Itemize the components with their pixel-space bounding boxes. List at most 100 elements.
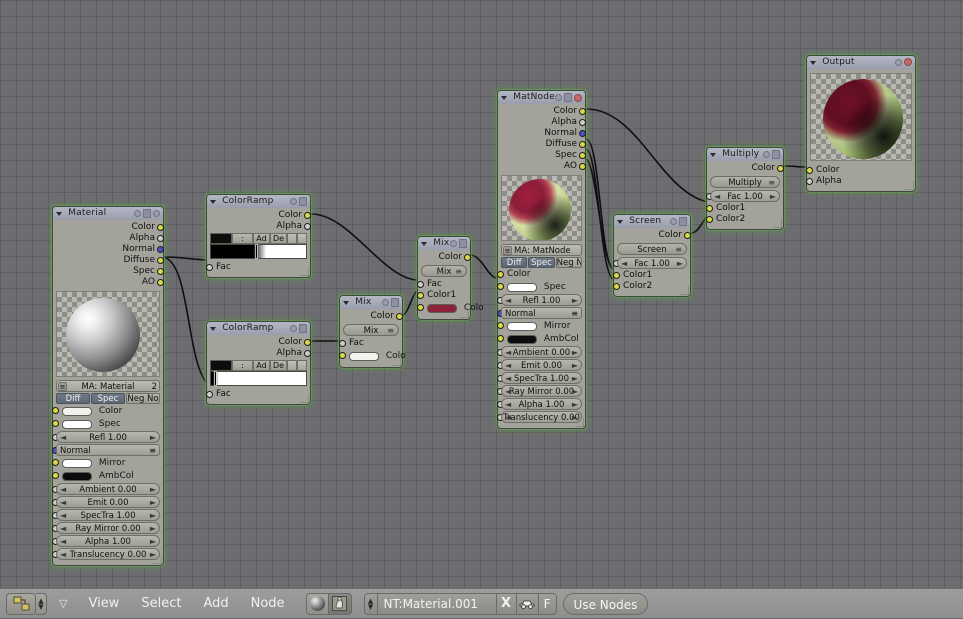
preview-toggle-icon[interactable] <box>290 198 297 205</box>
input-socket-row[interactable]: Color1 <box>706 203 780 214</box>
socket-spec-out[interactable] <box>579 152 586 159</box>
socket-color2-in[interactable] <box>417 304 424 311</box>
node-screen-header[interactable]: Screen <box>614 215 690 228</box>
resize-handle[interactable] <box>300 394 309 403</box>
ramp-stop-color-swatch[interactable] <box>210 233 232 244</box>
output-socket-row[interactable]: Alpha <box>56 233 164 244</box>
input-mirror-row[interactable]: Mirror <box>52 457 160 469</box>
increment-arrow-icon[interactable]: ► <box>572 386 578 396</box>
active-node-indicator-icon[interactable] <box>904 58 912 66</box>
socket-color1-in[interactable] <box>417 292 424 299</box>
node-mix-lower-header[interactable]: Mix <box>340 296 402 309</box>
increment-arrow-icon[interactable]: ► <box>150 432 156 442</box>
decrement-arrow-icon[interactable]: ◄ <box>505 399 511 409</box>
decrement-arrow-icon[interactable]: ◄ <box>60 497 66 507</box>
material-datablock-field[interactable]: ≡ MA: MatNode <box>501 244 582 256</box>
menu-add[interactable]: Add <box>192 589 239 619</box>
colorramp-toolbar[interactable]: : 1.00 Ad De <box>210 360 307 379</box>
node-tree-stepper[interactable]: ▲ ▼ <box>365 593 378 614</box>
output-socket-row[interactable]: Normal <box>501 128 586 139</box>
spec-swatch[interactable] <box>507 282 537 292</box>
emit-slider[interactable]: ◄ Emit 0.00 ► <box>501 359 582 371</box>
input-color-row[interactable]: Color <box>497 269 582 280</box>
color2-swatch[interactable] <box>427 303 457 313</box>
input-ambcol-row[interactable]: AmbCol <box>497 333 582 345</box>
options-toggle-icon[interactable] <box>299 324 307 333</box>
resize-handle[interactable] <box>905 181 914 190</box>
chevron-down-icon[interactable]: ≡ <box>455 266 462 276</box>
resize-handle[interactable] <box>575 418 584 427</box>
increment-arrow-icon[interactable]: ► <box>770 191 776 201</box>
output-socket-row[interactable]: Color <box>421 252 471 263</box>
spec-swatch[interactable] <box>62 419 92 429</box>
chevron-down-icon[interactable]: ≡ <box>675 244 682 254</box>
input-color1-row[interactable]: Colo <box>339 350 406 362</box>
socket-color-in[interactable] <box>497 271 504 278</box>
input-socket-row[interactable]: Color2 <box>613 281 687 292</box>
spec-button[interactable]: Spec <box>91 393 125 404</box>
collapse-triangle-icon[interactable] <box>710 152 716 157</box>
collapse-triangle-icon[interactable] <box>501 95 507 100</box>
socket-alpha-out[interactable] <box>304 223 311 230</box>
ambcol-swatch[interactable] <box>62 471 92 481</box>
collapse-triangle-icon[interactable] <box>810 60 816 65</box>
node-output-header[interactable]: Output <box>807 56 915 69</box>
translucency-slider[interactable]: ◄ Translucency 0.00 ► <box>56 548 160 560</box>
browse-icon[interactable]: ≡ <box>503 246 512 255</box>
socket-color-out[interactable] <box>777 165 784 172</box>
increment-arrow-icon[interactable]: ► <box>150 497 156 507</box>
socket-fac-in[interactable] <box>339 340 346 347</box>
fac-slider[interactable]: ◄ Fac 1.00 ► <box>710 190 780 202</box>
socket-mirror-in[interactable] <box>497 322 504 329</box>
node-colorramp-2[interactable]: ColorRamp Color Alpha : 1.00 <box>206 321 311 405</box>
matnode-mode-buttons[interactable]: Diff Spec Neg N <box>501 257 582 268</box>
node-mix-lower[interactable]: Mix Color Mix ≡ Fac Colo <box>339 295 406 368</box>
node-matnode[interactable]: MatNode Color Alpha Normal Diffuse Spec … <box>497 90 586 429</box>
node-colorramp-1[interactable]: ColorRamp Color Alpha : 1.00 <box>206 194 311 278</box>
node-mix-upper[interactable]: Mix Color Mix ≡ Fac Color1 Colo <box>417 236 484 320</box>
normal-field[interactable]: Normal ≡ <box>501 307 582 319</box>
preview-toggle-icon[interactable] <box>555 94 562 101</box>
ramp-marker[interactable] <box>255 245 257 258</box>
collapse-triangle-icon[interactable] <box>617 219 623 224</box>
options-toggle-icon[interactable] <box>459 239 467 248</box>
output-socket-row[interactable]: AO <box>56 277 164 288</box>
input-socket-row[interactable]: Color <box>806 165 912 176</box>
node-multiply[interactable]: Multiply Color Multiply ≡ ◄ Fac 1.00 ► C… <box>706 147 784 230</box>
ray-mirror-slider[interactable]: ◄ Ray Mirror 0.00 ► <box>56 522 160 534</box>
socket-color1-in[interactable] <box>339 352 346 359</box>
socket-color-out[interactable] <box>579 108 586 115</box>
socket-alpha-out[interactable] <box>157 235 164 242</box>
ramp-stop-color-swatch[interactable] <box>210 360 232 371</box>
socket-color1-in[interactable] <box>613 272 620 279</box>
node-colorramp-1-header[interactable]: ColorRamp <box>207 195 310 208</box>
ramp-extra-button[interactable] <box>287 360 297 371</box>
node-multiply-header[interactable]: Multiply <box>707 148 783 161</box>
colorramp-gradient[interactable] <box>210 244 307 259</box>
input-socket-row[interactable]: Fac <box>206 262 307 273</box>
input-color-row[interactable]: Color <box>52 405 160 417</box>
ramp-delete-button[interactable]: De <box>270 360 287 371</box>
input-spec-row[interactable]: Spec <box>497 281 582 293</box>
diff-button[interactable]: Diff <box>501 257 528 268</box>
output-socket-row[interactable]: AO <box>501 161 586 172</box>
decrement-arrow-icon[interactable]: ◄ <box>505 373 511 383</box>
input-mirror-row[interactable]: Mirror <box>497 320 582 332</box>
input-socket-row[interactable]: Color1 <box>417 290 467 301</box>
use-nodes-button[interactable]: Use Nodes <box>562 592 649 615</box>
chevron-down-icon[interactable]: ≡ <box>768 177 775 187</box>
socket-color-out[interactable] <box>157 224 164 231</box>
output-socket-row[interactable]: Color <box>617 230 691 241</box>
resize-handle[interactable] <box>773 219 782 228</box>
input-socket-row[interactable]: Alpha <box>806 176 912 187</box>
node-material-header[interactable]: Material <box>53 207 163 220</box>
increment-arrow-icon[interactable]: ► <box>572 347 578 357</box>
socket-fac-in[interactable] <box>206 391 213 398</box>
options-toggle-icon[interactable] <box>143 209 151 218</box>
node-output[interactable]: Output Color Alpha <box>806 55 916 192</box>
output-socket-row[interactable]: Color <box>210 210 311 221</box>
increment-arrow-icon[interactable]: ► <box>150 523 156 533</box>
neg-normal-button[interactable]: Neg No <box>126 393 160 404</box>
increment-arrow-icon[interactable]: ► <box>150 536 156 546</box>
node-canvas[interactable]: Material Color Alpha Normal Diffuse Spec… <box>0 0 963 588</box>
